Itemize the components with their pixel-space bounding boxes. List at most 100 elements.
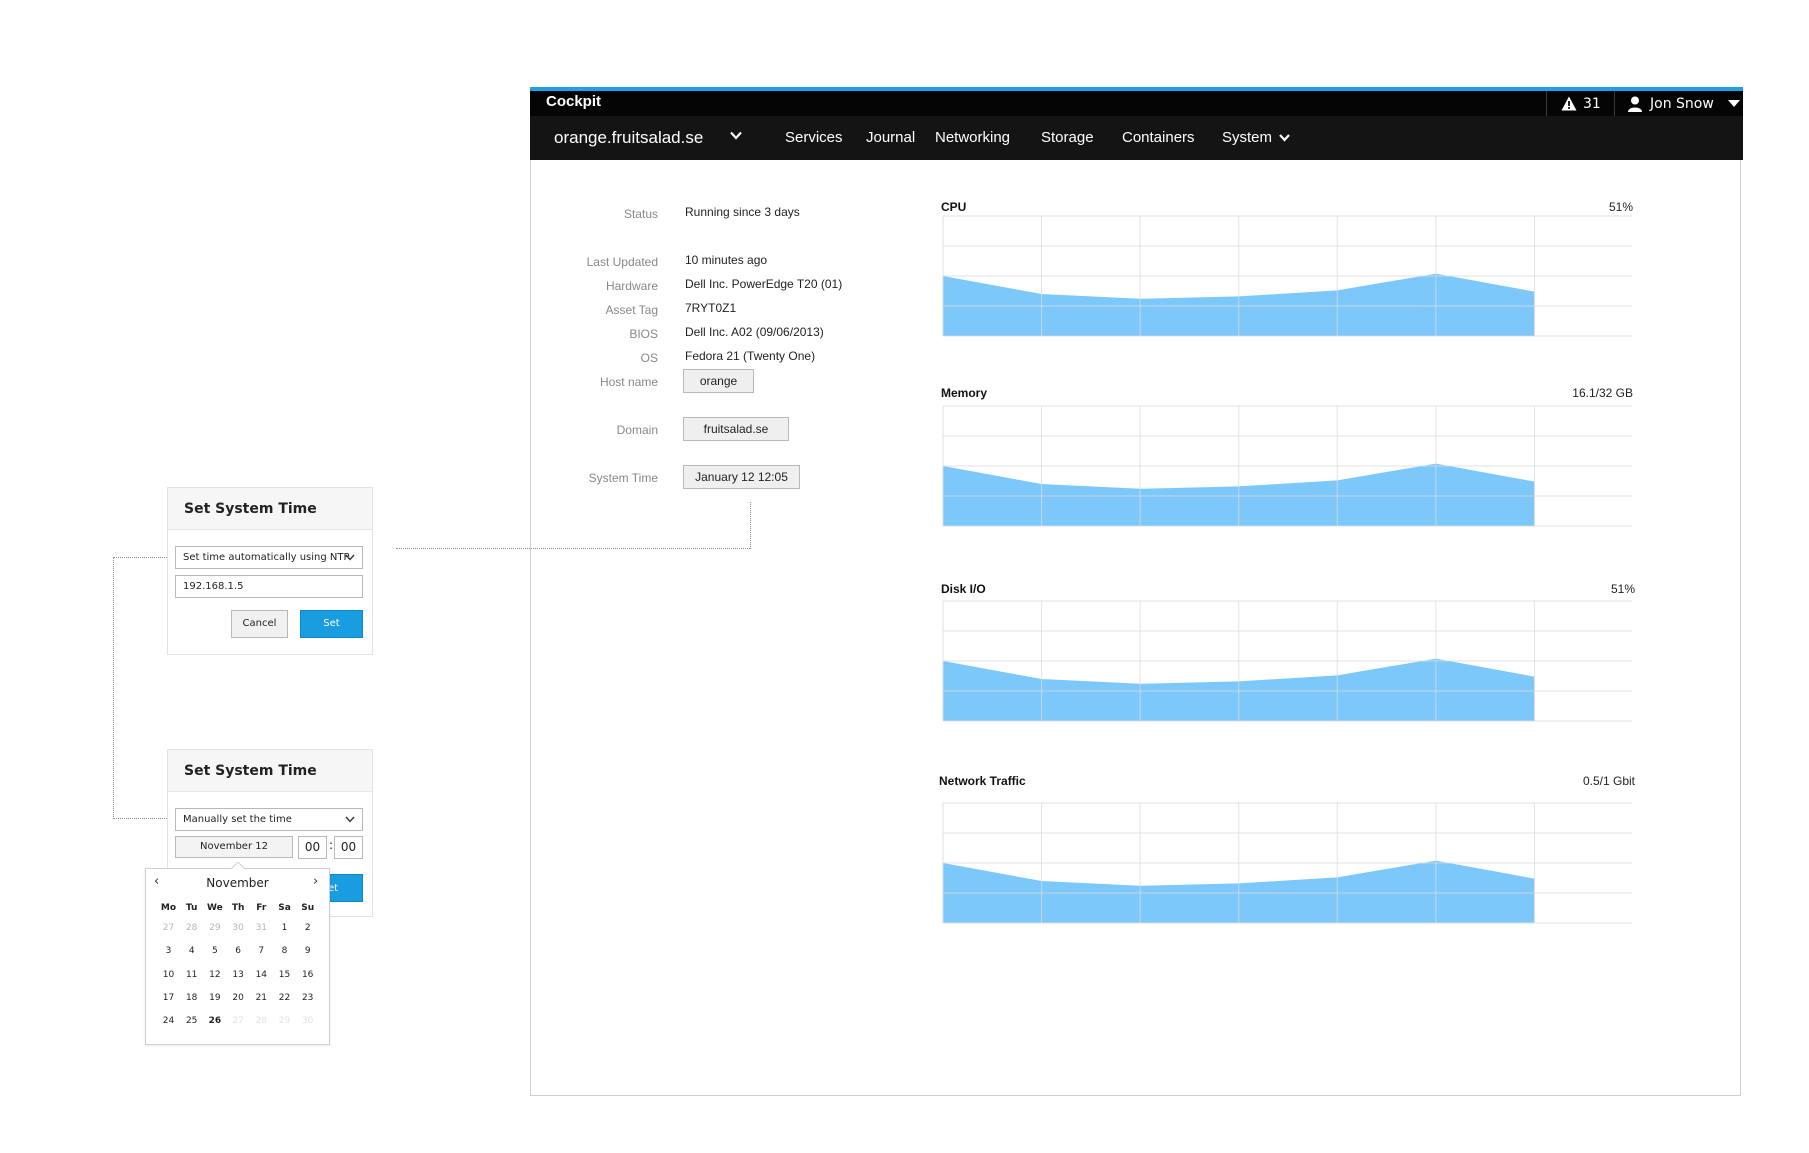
hardware-value: Dell Inc. PowerEdge T20 (01)	[685, 277, 843, 291]
calendar-weekday: Th	[231, 903, 245, 913]
calendar-day[interactable]: 30	[227, 923, 250, 933]
dialog-title: Set System Time	[168, 488, 372, 530]
calendar-day[interactable]: 11	[180, 970, 203, 980]
calendar-day[interactable]: 16	[296, 970, 319, 980]
user-menu[interactable]: Jon Snow	[1628, 91, 1740, 116]
calendar-day[interactable]: 24	[157, 1016, 180, 1026]
system-time-label: System Time	[588, 471, 658, 485]
calendar-day[interactable]: 18	[180, 993, 203, 1003]
calendar-weekday: Tu	[185, 903, 198, 913]
calendar-weekday: Su	[301, 903, 315, 913]
calendar-day[interactable]: 7	[250, 946, 273, 956]
cpu-chart	[942, 215, 1632, 337]
minute-input[interactable]: 00	[334, 836, 363, 859]
domain-button[interactable]: fruitsalad.se	[683, 417, 789, 441]
calendar-day[interactable]: 23	[296, 993, 319, 1003]
alerts-count: 31	[1583, 95, 1601, 112]
calendar-day[interactable]: 1	[273, 923, 296, 933]
status-label: Status	[623, 207, 658, 221]
disk-io-chart-value: 51%	[1610, 582, 1635, 596]
nav-system[interactable]: System	[1222, 116, 1291, 160]
topbar-divider	[1614, 91, 1615, 116]
nav-journal[interactable]: Journal	[866, 116, 915, 160]
network-chart-title: Network Traffic	[939, 774, 1026, 788]
os-value: Fedora 21 (Twenty One)	[685, 349, 816, 363]
calendar-day[interactable]: 3	[157, 946, 180, 956]
nav-system-label: System	[1222, 129, 1273, 146]
memory-chart-value: 16.1/32 GB	[1572, 386, 1633, 400]
calendar-day[interactable]: 5	[203, 946, 226, 956]
calendar-weekday: We	[207, 903, 223, 913]
hour-input[interactable]: 00	[298, 836, 327, 859]
calendar-day[interactable]: 2	[296, 923, 319, 933]
chevron-down-icon[interactable]	[730, 131, 742, 140]
domain-label: Domain	[616, 423, 658, 437]
connector-line	[396, 548, 750, 549]
chevron-left-icon[interactable]: ‹	[154, 874, 159, 889]
calendar-day[interactable]: 28	[180, 923, 203, 933]
ntp-server-input[interactable]: 192.168.1.5	[175, 575, 363, 598]
chevron-right-icon[interactable]: ›	[313, 874, 318, 889]
host-selector[interactable]: orange.fruitsalad.se	[554, 116, 703, 160]
calendar-day[interactable]: 17	[157, 993, 180, 1003]
calendar-day[interactable]: 4	[180, 946, 203, 956]
calendar-day[interactable]: 15	[273, 970, 296, 980]
time-mode-select[interactable]: Set time automatically using NTP	[175, 546, 363, 569]
hostname-label: Host name	[599, 375, 658, 389]
calendar-day[interactable]: 8	[273, 946, 296, 956]
last-updated-value: 10 minutes ago	[685, 253, 768, 267]
calendar-day[interactable]: 29	[203, 923, 226, 933]
asset-tag-value: 7RYT0Z1	[685, 301, 737, 315]
system-time-button[interactable]: January 12 12:05	[683, 465, 800, 489]
calendar-day[interactable]: 13	[227, 970, 250, 980]
calendar-day[interactable]: 20	[227, 993, 250, 1003]
calendar-day[interactable]: 27	[157, 923, 180, 933]
date-picker-button[interactable]: November 12	[175, 836, 293, 858]
chevron-down-icon	[1279, 134, 1291, 142]
calendar-day[interactable]: 14	[250, 970, 273, 980]
calendar-day[interactable]: 31	[250, 923, 273, 933]
calendar-day[interactable]: 12	[203, 970, 226, 980]
time-mode-value: Set time automatically using NTP	[183, 552, 350, 563]
hostname-button[interactable]: orange	[683, 369, 754, 393]
topbar-divider	[1546, 91, 1547, 116]
nav-containers[interactable]: Containers	[1122, 116, 1195, 160]
calendar-day[interactable]: 22	[273, 993, 296, 1003]
calendar-day[interactable]: 9	[296, 946, 319, 956]
time-mode-select[interactable]: Manually set the time	[175, 808, 363, 831]
caret-down-icon	[1727, 99, 1740, 107]
bios-label: BIOS	[629, 327, 658, 341]
nav-networking[interactable]: Networking	[935, 116, 1010, 160]
calendar-day: 30	[301, 1016, 314, 1026]
nav-services[interactable]: Services	[785, 116, 843, 160]
user-icon	[1628, 96, 1642, 112]
hardware-label: Hardware	[605, 279, 658, 293]
connector-line	[113, 557, 167, 819]
connector-line	[750, 502, 751, 549]
set-button[interactable]: Set	[300, 610, 363, 638]
disk-io-chart	[942, 600, 1632, 722]
chevron-down-icon	[345, 554, 355, 561]
cancel-button[interactable]: Cancel	[231, 610, 288, 638]
calendar-weekday: Mo	[160, 903, 177, 913]
calendar-day[interactable]: 26	[203, 1016, 226, 1026]
asset-tag-label: Asset Tag	[605, 303, 658, 317]
nav-storage[interactable]: Storage	[1041, 116, 1094, 160]
status-value: Running since 3 days	[685, 205, 800, 219]
user-name: Jon Snow	[1650, 95, 1714, 112]
calendar-day: 28	[255, 1016, 268, 1026]
last-updated-label: Last Updated	[586, 255, 658, 269]
calendar-day[interactable]: 10	[157, 970, 180, 980]
alerts-button[interactable]: 31	[1561, 91, 1601, 116]
calendar-day: 27	[232, 1016, 244, 1026]
calendar-day[interactable]: 19	[203, 993, 226, 1003]
time-separator: :	[329, 838, 334, 852]
calendar-day[interactable]: 21	[250, 993, 273, 1003]
network-chart	[942, 802, 1632, 924]
time-mode-value: Manually set the time	[183, 814, 292, 825]
chevron-down-icon	[345, 816, 355, 823]
calendar-day[interactable]: 6	[227, 946, 250, 956]
calendar-month: November	[206, 876, 269, 890]
calendar-weekday: Fr	[256, 903, 267, 913]
calendar-day[interactable]: 25	[180, 1016, 203, 1026]
